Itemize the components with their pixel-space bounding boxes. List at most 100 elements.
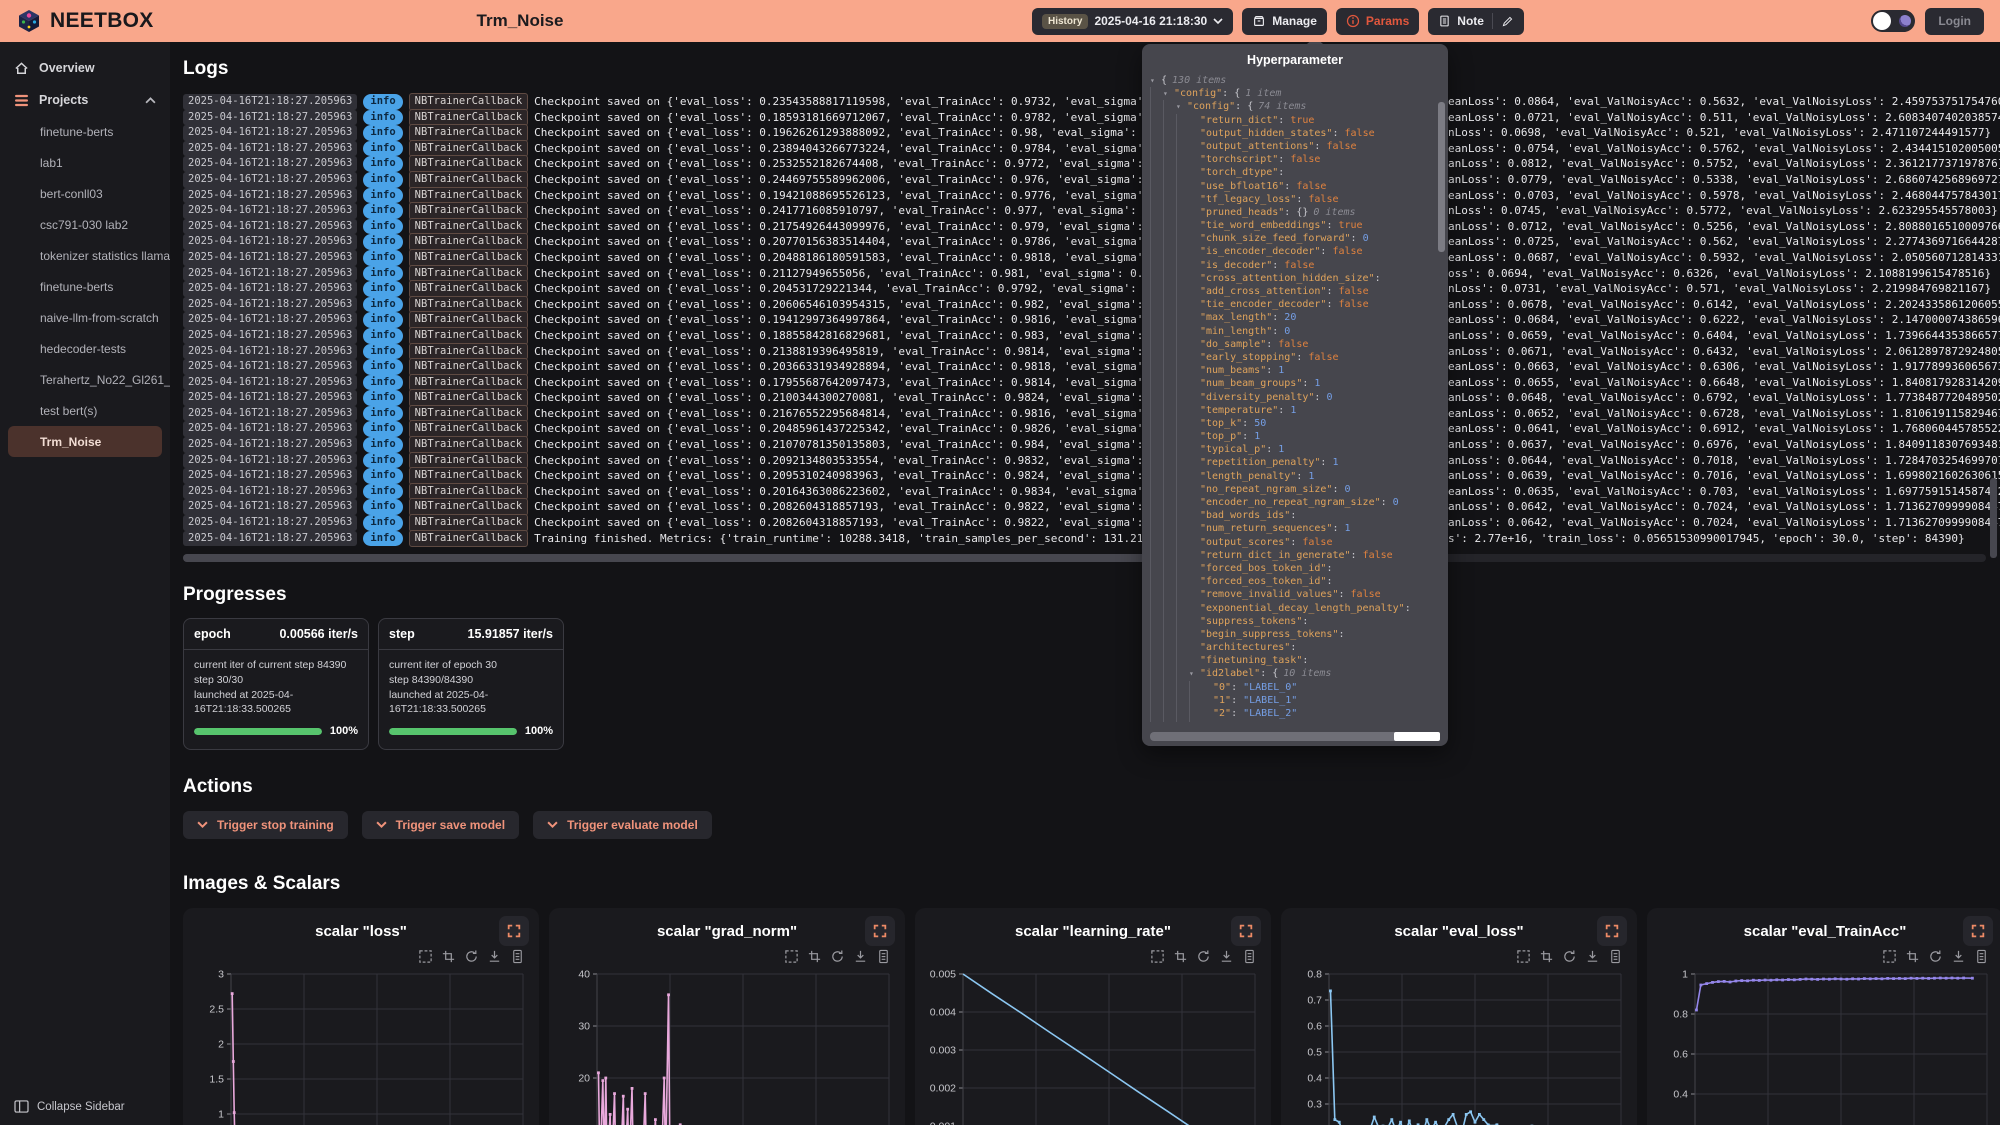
reset-axes-icon[interactable] xyxy=(1562,949,1577,964)
chart-plot[interactable]: 10.80.60.40.2 xyxy=(1659,964,1991,1125)
pan-icon[interactable] xyxy=(1539,949,1554,964)
data-file-icon[interactable] xyxy=(510,949,525,964)
reset-axes-icon[interactable] xyxy=(464,949,479,964)
caret-icon[interactable]: ▾ xyxy=(1150,74,1161,87)
sidebar-project-item[interactable]: Terahertz_No22_Gl261_gl… xyxy=(0,364,170,395)
progress-bar xyxy=(389,728,517,735)
action-button[interactable]: Trigger evaluate model xyxy=(533,811,712,839)
app-header: NEETBOX Trm_Noise History 2025-04-16 21:… xyxy=(0,0,2000,42)
zoom-box-icon[interactable] xyxy=(1516,949,1531,964)
log-timestamp-badge: 2025-04-16T21:18:27.205963 xyxy=(183,531,357,547)
progress-desc-line: launched at 2025-04-16T21:18:33.500265 xyxy=(389,688,553,717)
json-line: ▾"id2label": {10 items xyxy=(1150,667,1436,680)
sidebar-project-item[interactable]: Trm_Noise xyxy=(8,426,162,457)
reset-axes-icon[interactable] xyxy=(1928,949,1943,964)
manage-button[interactable]: Manage xyxy=(1242,8,1327,35)
log-timestamp-badge: 2025-04-16T21:18:27.205963 xyxy=(183,406,357,422)
data-file-icon[interactable] xyxy=(1608,949,1623,964)
zoom-box-icon[interactable] xyxy=(1150,949,1165,964)
log-row: 2025-04-16T21:18:27.205963infoNBTrainerC… xyxy=(183,375,1990,391)
sidebar-project-item[interactable]: test bert(s) xyxy=(0,395,170,426)
theme-toggle[interactable] xyxy=(1871,10,1915,32)
download-icon[interactable] xyxy=(1585,949,1600,964)
json-key: "max_length" xyxy=(1200,311,1272,324)
indent-guide xyxy=(1150,430,1163,443)
login-button[interactable]: Login xyxy=(1925,8,1984,35)
zoom-box-icon[interactable] xyxy=(418,949,433,964)
popover-horizontal-scrollbar[interactable] xyxy=(1150,732,1432,741)
log-timestamp-badge: 2025-04-16T21:18:27.205963 xyxy=(183,219,357,235)
download-icon[interactable] xyxy=(853,949,868,964)
chart-plot[interactable]: 32.521.510.50 xyxy=(195,964,527,1125)
pan-icon[interactable] xyxy=(1173,949,1188,964)
reset-axes-icon[interactable] xyxy=(830,949,845,964)
logs-vertical-scrollbar-thumb[interactable] xyxy=(1990,478,1997,558)
sidebar-project-item[interactable]: naive-llm-from-scratch xyxy=(0,302,170,333)
sidebar-item-projects[interactable]: Projects xyxy=(0,84,170,116)
log-row: 2025-04-16T21:18:27.205963infoNBTrainerC… xyxy=(183,188,1990,204)
indent-guide xyxy=(1176,522,1189,535)
json-line: "output_hidden_states": false xyxy=(1150,127,1436,140)
action-button[interactable]: Trigger save model xyxy=(362,811,519,839)
expand-button[interactable] xyxy=(1231,916,1261,946)
data-file-icon[interactable] xyxy=(876,949,891,964)
json-key: "tie_encoder_decoder" xyxy=(1200,298,1326,311)
log-row: 2025-04-16T21:18:27.205963infoNBTrainerC… xyxy=(183,515,1990,531)
json-punct: : { xyxy=(1222,87,1240,100)
caret-icon[interactable]: ▾ xyxy=(1189,667,1200,680)
expand-button[interactable] xyxy=(499,916,529,946)
chart-plot[interactable]: 0.0050.0040.0030.0020.001 xyxy=(927,964,1259,1125)
log-timestamp-badge: 2025-04-16T21:18:27.205963 xyxy=(183,203,357,219)
log-tag-badge: NBTrainerCallback xyxy=(409,249,528,267)
reset-axes-icon[interactable] xyxy=(1196,949,1211,964)
collapse-sidebar-button[interactable]: Collapse Sidebar xyxy=(14,1100,125,1113)
log-row: 2025-04-16T21:18:27.205963infoNBTrainerC… xyxy=(183,468,1990,484)
popover-vertical-scrollbar-thumb[interactable] xyxy=(1438,102,1445,252)
caret-icon[interactable]: ▾ xyxy=(1163,87,1174,100)
sidebar-project-item[interactable]: hedecoder-tests xyxy=(0,333,170,364)
pan-icon[interactable] xyxy=(807,949,822,964)
data-file-icon[interactable] xyxy=(1974,949,1989,964)
logs-horizontal-scrollbar[interactable] xyxy=(183,554,1986,562)
log-row: 2025-04-16T21:18:27.205963infoNBTrainerC… xyxy=(183,203,1990,219)
sidebar-project-item[interactable]: lab1 xyxy=(0,147,170,178)
sidebar-project-item[interactable]: finetune-berts xyxy=(0,116,170,147)
progress-card-body: current iter of current step 84390step 3… xyxy=(184,650,368,749)
indent-guide xyxy=(1163,391,1176,404)
chart-plot[interactable]: 0.80.70.60.50.40.30.2 xyxy=(1293,964,1625,1125)
json-key: "output_scores" xyxy=(1200,536,1290,549)
zoom-box-icon[interactable] xyxy=(784,949,799,964)
log-level-badge: info xyxy=(363,375,402,391)
sidebar-project-item[interactable]: finetune-berts xyxy=(0,271,170,302)
json-key: "architectures" xyxy=(1200,641,1290,654)
section-title-actions: Actions xyxy=(183,776,1990,798)
download-icon[interactable] xyxy=(1219,949,1234,964)
params-button[interactable]: Params xyxy=(1336,8,1419,35)
json-punct: : xyxy=(1375,272,1381,285)
history-dropdown[interactable]: History 2025-04-16 21:18:30 xyxy=(1032,8,1233,35)
sidebar-item-overview[interactable]: Overview xyxy=(0,52,170,84)
sidebar-project-item[interactable]: bert-conll03 xyxy=(0,178,170,209)
note-button[interactable]: Note xyxy=(1428,8,1524,35)
data-file-icon[interactable] xyxy=(1242,949,1257,964)
sidebar-project-item[interactable]: tokenizer statistics llama… xyxy=(0,240,170,271)
log-level-badge: info xyxy=(363,531,402,547)
pan-icon[interactable] xyxy=(441,949,456,964)
zoom-box-icon[interactable] xyxy=(1882,949,1897,964)
download-icon[interactable] xyxy=(1951,949,1966,964)
action-button[interactable]: Trigger stop training xyxy=(183,811,348,839)
scrollbar-thumb[interactable] xyxy=(1394,732,1440,741)
expand-button[interactable] xyxy=(1963,916,1993,946)
caret-icon[interactable]: ▾ xyxy=(1176,100,1187,113)
expand-button[interactable] xyxy=(865,916,895,946)
expand-button[interactable] xyxy=(1597,916,1627,946)
sidebar-project-item[interactable]: csc791-030 lab2 xyxy=(0,209,170,240)
download-icon[interactable] xyxy=(487,949,502,964)
scrollbar-thumb[interactable] xyxy=(183,554,1193,562)
pan-icon[interactable] xyxy=(1905,949,1920,964)
chart-plot[interactable]: 403020100 xyxy=(561,964,893,1125)
pencil-icon[interactable] xyxy=(1501,15,1514,28)
indent-guide xyxy=(1176,641,1189,654)
indent-guide xyxy=(1176,140,1189,153)
json-punct: : xyxy=(1290,641,1296,654)
